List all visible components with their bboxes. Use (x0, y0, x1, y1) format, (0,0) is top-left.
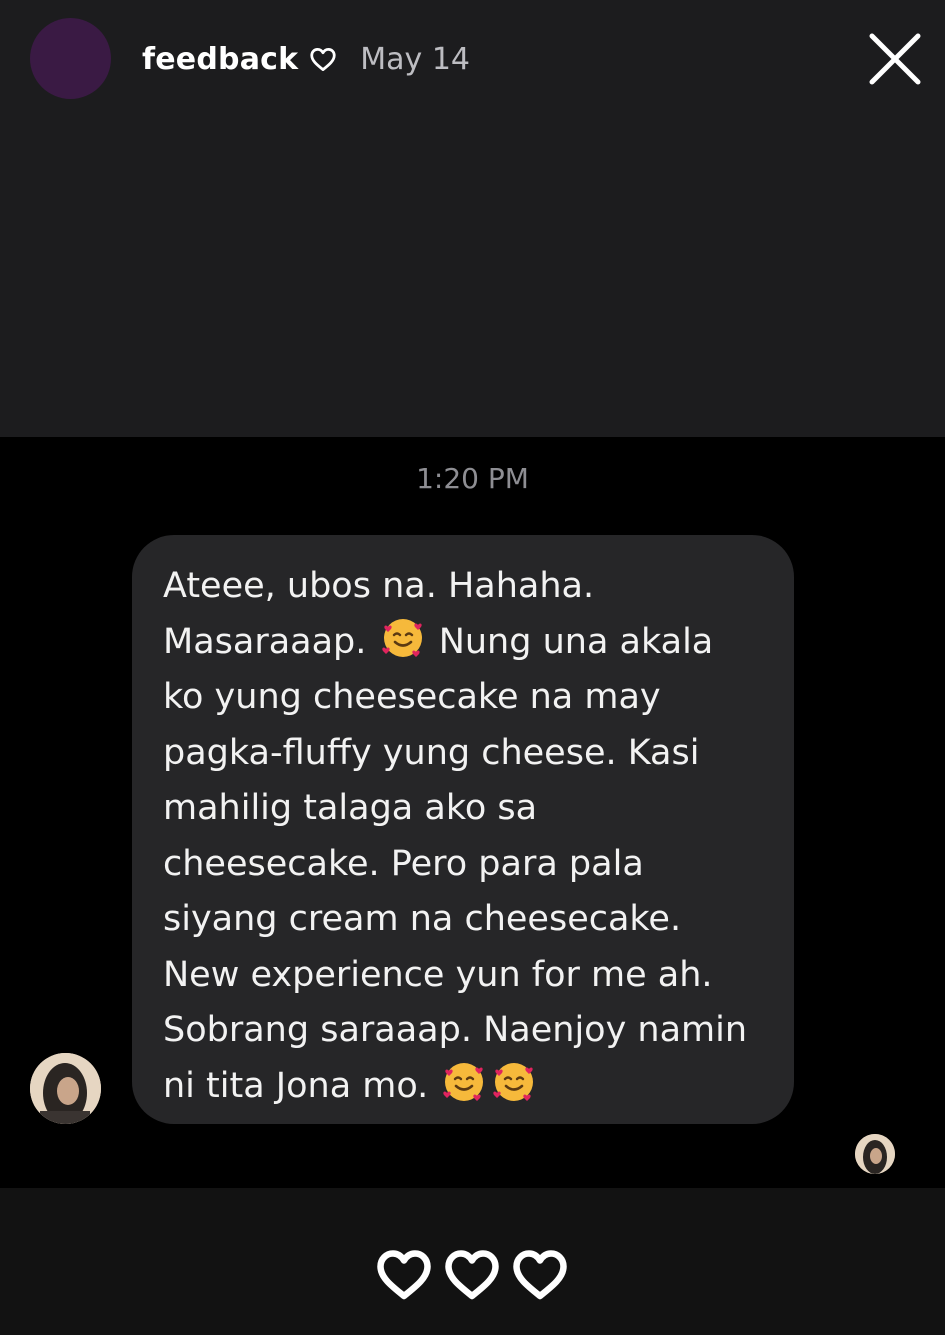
story-reply-screen: feedback May 14 1:20 PM Ateee, ubos na. … (0, 0, 945, 1335)
story-header: feedback May 14 (142, 36, 470, 82)
heart-outline-icon[interactable] (510, 1244, 570, 1304)
message-line: cheesecake. Pero para pala (163, 843, 644, 884)
message-line: Ateee, ubos na. Hahaha. (163, 566, 595, 606)
message-line: New experience yun for me ah. (163, 954, 713, 995)
message-line: pagka-fluffy yung cheese. Kasi (163, 732, 700, 773)
heart-outline-icon (310, 48, 336, 71)
message-text: Ateee, ubos na. Hahaha. Masaraaap. Nung … (163, 559, 772, 1114)
heart-outline-icon[interactable] (374, 1244, 434, 1304)
story-avatar[interactable] (30, 18, 111, 99)
message-line: siyang cream na cheesecake. (163, 899, 682, 939)
message-bubble[interactable]: Ateee, ubos na. Hahaha. Masaraaap. Nung … (132, 535, 794, 1124)
avatar-photo (855, 1134, 895, 1174)
close-icon[interactable] (866, 30, 924, 88)
smiling-face-with-hearts-icon (443, 1062, 484, 1101)
message-line: Sobrang saraaap. Naenjoy namin (163, 1010, 748, 1050)
seen-receipt-avatar (855, 1134, 895, 1174)
story-username[interactable]: feedback (142, 42, 298, 77)
message-line: Masaraaap. Nung una akala (163, 615, 772, 671)
message-line: ko yung cheesecake na may (163, 677, 661, 717)
smiling-face-with-hearts-icon (493, 1062, 534, 1101)
message-line: ni tita Jona mo. (163, 1059, 772, 1115)
avatar-photo (30, 1053, 101, 1124)
message-timestamp: 1:20 PM (416, 462, 529, 495)
smiling-face-with-hearts-icon (381, 618, 422, 657)
heart-outline-icon[interactable] (442, 1244, 502, 1304)
quick-reactions (374, 1244, 574, 1306)
message-line: mahilig talaga ako sa (163, 788, 538, 828)
sender-avatar[interactable] (30, 1053, 101, 1124)
story-date: May 14 (360, 41, 471, 77)
